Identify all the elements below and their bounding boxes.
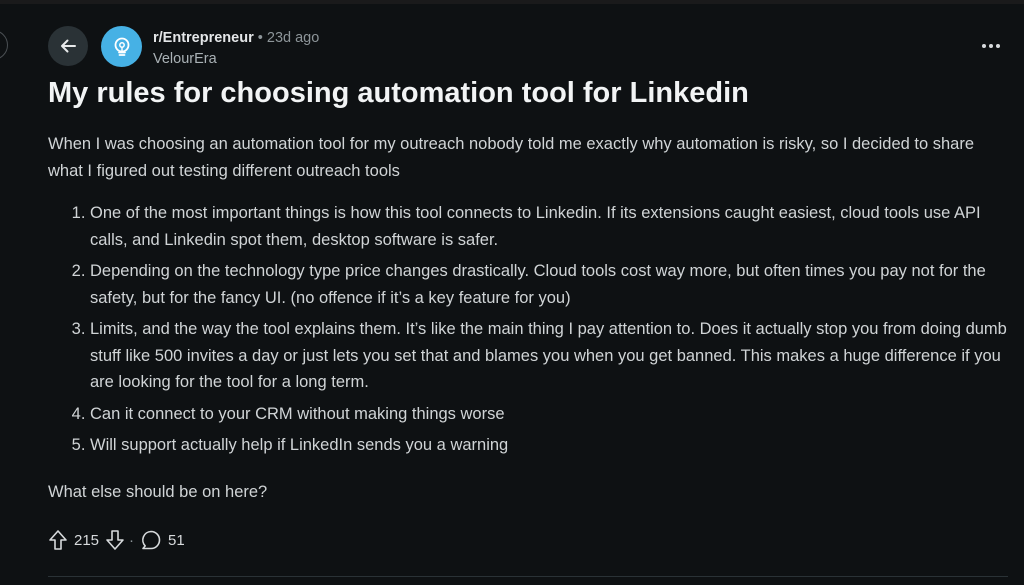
- partial-circle-button[interactable]: [0, 30, 8, 60]
- lightbulb-icon: [114, 37, 129, 56]
- post-closing: What else should be on here?: [48, 482, 268, 501]
- post-meta: r/Entrepreneur • 23d ago VelourEra: [153, 28, 319, 69]
- meta-separator: •: [257, 30, 263, 46]
- upvote-button[interactable]: [48, 529, 68, 551]
- list-item: Limits, and the way the tool explains th…: [90, 316, 1008, 396]
- vote-count: 215: [74, 531, 100, 549]
- back-button[interactable]: [48, 26, 88, 66]
- list-item: One of the most important things is how …: [90, 200, 1008, 253]
- post-divider: [48, 576, 1008, 577]
- action-separator: ·: [129, 531, 135, 549]
- post-age: 23d ago: [266, 30, 320, 46]
- list-item: Can it connect to your CRM without makin…: [90, 401, 1008, 428]
- author-link[interactable]: VelourEra: [153, 49, 319, 69]
- top-divider: [0, 0, 1024, 4]
- more-options-button[interactable]: [976, 36, 1006, 56]
- comment-count: 51: [168, 531, 185, 549]
- comments-button[interactable]: 51: [140, 529, 191, 551]
- list-item: Depending on the technology type price c…: [90, 258, 1008, 311]
- subreddit-avatar[interactable]: [101, 26, 142, 67]
- list-item: Will support actually help if LinkedIn s…: [90, 432, 1008, 459]
- subreddit-link[interactable]: r/Entrepreneur: [153, 30, 254, 46]
- post-title: My rules for choosing automation tool fo…: [48, 77, 749, 109]
- arrow-up-icon: [49, 530, 67, 550]
- arrow-down-icon: [106, 530, 124, 550]
- post-body: When I was choosing an automation tool f…: [48, 131, 1008, 505]
- downvote-button[interactable]: [105, 529, 125, 551]
- arrow-left-icon: [61, 39, 76, 53]
- speech-bubble-icon: [142, 530, 161, 550]
- post-intro: When I was choosing an automation tool f…: [48, 135, 975, 180]
- more-horizontal-icon: [982, 44, 986, 48]
- rules-list: One of the most important things is how …: [48, 200, 1008, 459]
- action-bar: 215 · 51: [48, 528, 191, 552]
